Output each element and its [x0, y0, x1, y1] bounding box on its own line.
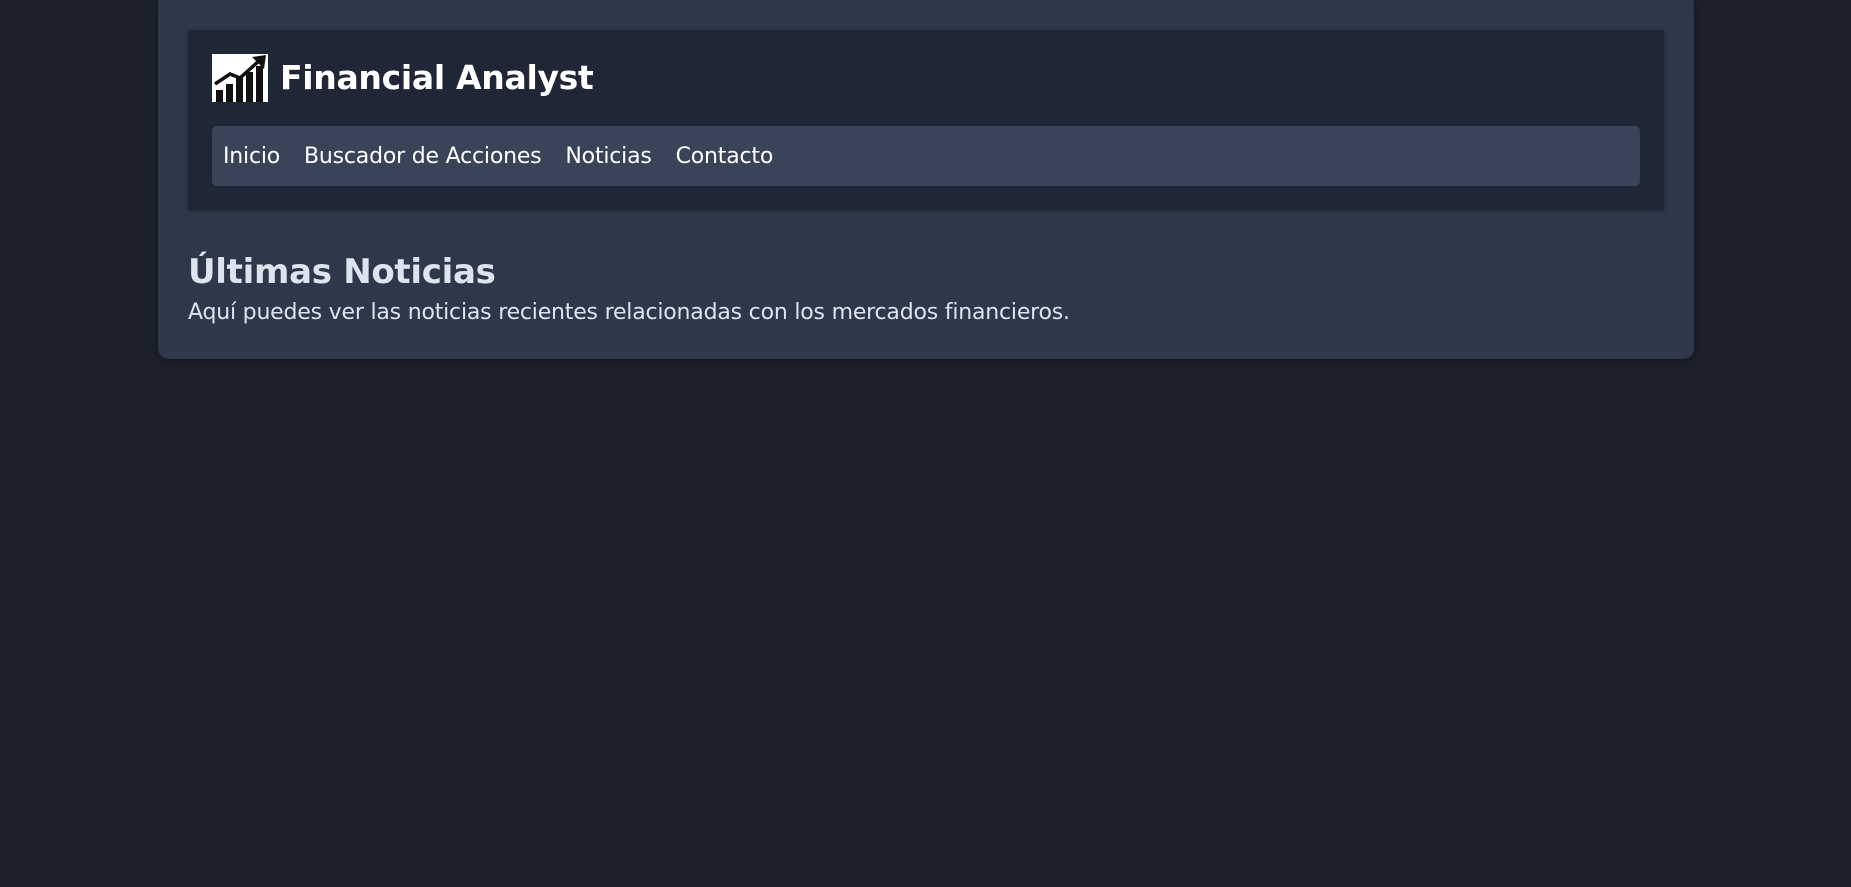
page-description: Aquí puedes ver las noticias recientes r… [188, 300, 1070, 325]
nav-link-noticias[interactable]: Noticias [565, 144, 651, 169]
nav-link-contacto[interactable]: Contacto [676, 144, 774, 169]
main-nav: Inicio Buscador de Acciones Noticias Con… [212, 126, 1640, 186]
chart-growth-icon [212, 54, 268, 102]
main-container: Financial Analyst Inicio Buscador de Acc… [158, 0, 1694, 359]
site-title: Financial Analyst [280, 58, 594, 97]
site-header: Financial Analyst Inicio Buscador de Acc… [188, 30, 1664, 210]
page-title: Últimas Noticias [188, 252, 496, 292]
nav-link-buscador-de-acciones[interactable]: Buscador de Acciones [304, 144, 542, 169]
news-section: Últimas Noticias Aquí puedes ver las not… [188, 250, 1070, 328]
brand: Financial Analyst [212, 54, 594, 102]
nav-link-inicio[interactable]: Inicio [223, 144, 280, 169]
